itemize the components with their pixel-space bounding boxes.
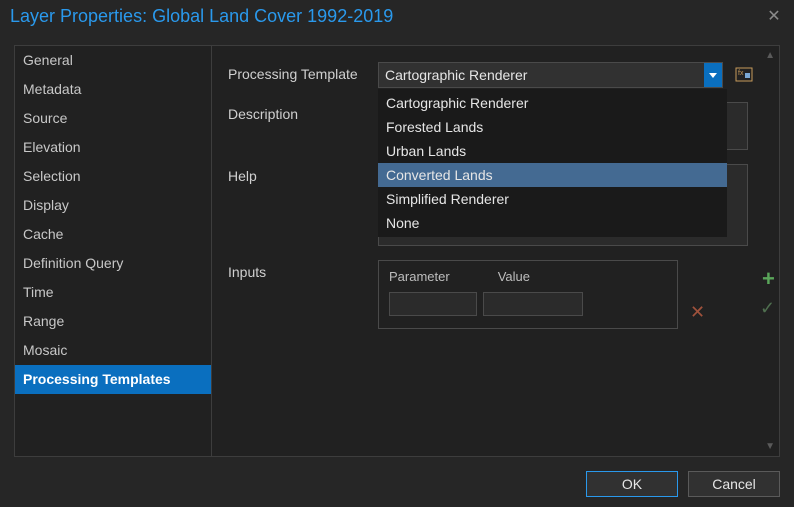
category-sidebar: General Metadata Source Elevation Select…: [14, 45, 212, 457]
dropdown-option-simplified-renderer[interactable]: Simplified Renderer: [378, 187, 727, 211]
parameter-header: Parameter: [389, 269, 450, 284]
titlebar: Layer Properties: Global Land Cover 1992…: [0, 0, 794, 32]
main-panel: ▲ ▼ Processing Template Cartographic Ren…: [212, 45, 780, 457]
sidebar-item-time[interactable]: Time: [15, 278, 211, 307]
scroll-down-icon[interactable]: ▼: [765, 441, 775, 452]
svg-text:fx: fx: [738, 70, 744, 77]
dropdown-option-urban-lands[interactable]: Urban Lands: [378, 139, 727, 163]
layer-properties-dialog: Layer Properties: Global Land Cover 1992…: [0, 0, 794, 507]
dropdown-option-forested-lands[interactable]: Forested Lands: [378, 115, 727, 139]
processing-template-field: Cartographic Renderer fx: [378, 62, 755, 88]
sidebar-item-display[interactable]: Display: [15, 191, 211, 220]
close-icon[interactable]: ✕: [764, 6, 784, 26]
scroll-up-icon[interactable]: ▲: [765, 50, 775, 61]
row-processing-template: Processing Template Cartographic Rendere…: [228, 62, 755, 88]
chevron-down-icon[interactable]: [704, 63, 722, 87]
parameter-input[interactable]: [389, 292, 477, 316]
sidebar-item-processing-templates[interactable]: Processing Templates: [15, 365, 211, 394]
processing-template-combo[interactable]: Cartographic Renderer: [378, 62, 723, 88]
inputs-headers: Parameter Value: [389, 269, 667, 284]
dropdown-option-none[interactable]: None: [378, 211, 727, 235]
sidebar-item-source[interactable]: Source: [15, 104, 211, 133]
sidebar-item-range[interactable]: Range: [15, 307, 211, 336]
value-header: Value: [498, 269, 530, 284]
dropdown-option-cartographic-renderer[interactable]: Cartographic Renderer: [378, 91, 727, 115]
sidebar-item-selection[interactable]: Selection: [15, 162, 211, 191]
sidebar-item-definition-query[interactable]: Definition Query: [15, 249, 211, 278]
content-area: General Metadata Source Elevation Select…: [14, 45, 780, 457]
dialog-footer: OK Cancel: [586, 471, 780, 497]
processing-template-label: Processing Template: [228, 62, 378, 88]
sidebar-item-metadata[interactable]: Metadata: [15, 75, 211, 104]
cancel-button[interactable]: Cancel: [688, 471, 780, 497]
dropdown-option-converted-lands[interactable]: Converted Lands: [378, 163, 727, 187]
value-input[interactable]: [483, 292, 583, 316]
row-inputs: Inputs Parameter Value ✕ + ✓: [228, 260, 755, 329]
inputs-fields: [389, 292, 667, 316]
sidebar-item-general[interactable]: General: [15, 46, 211, 75]
remove-icon[interactable]: ✕: [690, 302, 705, 323]
add-icon[interactable]: +: [762, 266, 775, 292]
help-label: Help: [228, 164, 378, 246]
sidebar-item-elevation[interactable]: Elevation: [15, 133, 211, 162]
check-icon[interactable]: ✓: [760, 298, 775, 319]
sidebar-item-cache[interactable]: Cache: [15, 220, 211, 249]
inputs-label: Inputs: [228, 260, 378, 329]
ok-button[interactable]: OK: [586, 471, 678, 497]
combo-selected-text: Cartographic Renderer: [385, 67, 716, 83]
dialog-title: Layer Properties: Global Land Cover 1992…: [10, 6, 764, 27]
sidebar-item-mosaic[interactable]: Mosaic: [15, 336, 211, 365]
function-editor-icon[interactable]: fx: [735, 65, 753, 83]
inputs-group: Parameter Value: [378, 260, 678, 329]
processing-template-dropdown: Cartographic Renderer Forested Lands Urb…: [378, 89, 727, 237]
description-label: Description: [228, 102, 378, 150]
